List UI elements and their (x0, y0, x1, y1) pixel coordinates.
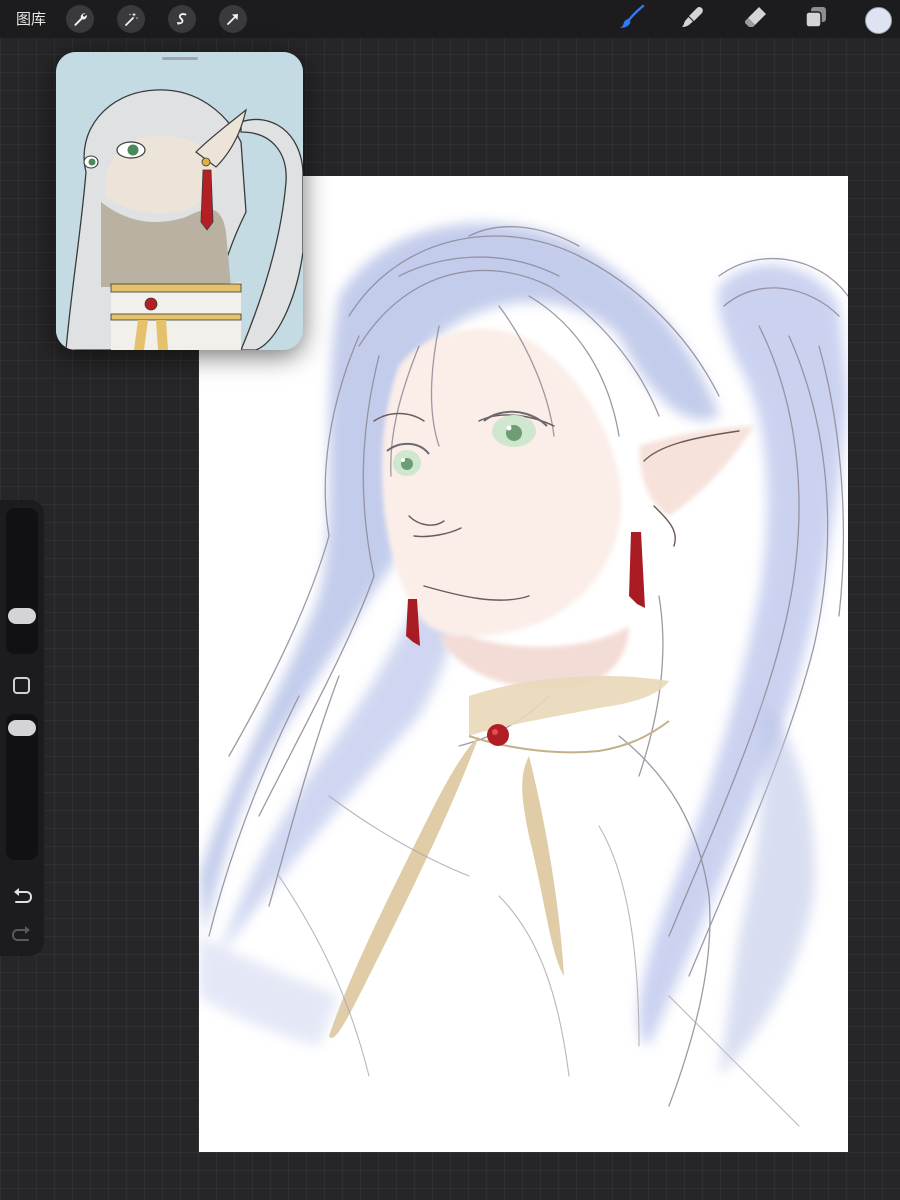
top-toolbar: 图库 (0, 0, 900, 38)
selection-button[interactable] (168, 5, 196, 33)
smudge-button[interactable] (678, 5, 708, 33)
undo-icon (10, 888, 34, 912)
reference-drag-handle[interactable] (162, 57, 198, 60)
selection-icon (174, 11, 190, 27)
eraser-button[interactable] (741, 5, 771, 33)
transform-arrow-icon (225, 11, 241, 27)
redo-button[interactable] (10, 924, 34, 946)
left-sidebar (0, 500, 44, 956)
redo-icon (10, 926, 34, 950)
transform-button[interactable] (219, 5, 247, 33)
layers-button[interactable] (801, 5, 831, 33)
brush-button[interactable] (617, 4, 647, 35)
adjustments-button[interactable] (117, 5, 145, 33)
actions-button[interactable] (66, 5, 94, 33)
color-picker-button[interactable] (865, 7, 892, 34)
brush-icon (618, 4, 646, 35)
magic-wand-icon (123, 11, 139, 27)
opacity-knob[interactable] (8, 720, 36, 736)
brush-size-knob[interactable] (8, 608, 36, 625)
gallery-button[interactable]: 图库 (16, 10, 46, 28)
eraser-icon (743, 4, 769, 35)
layers-icon (803, 4, 829, 35)
modify-button[interactable] (13, 677, 30, 694)
reference-image (56, 52, 303, 350)
wrench-icon (72, 11, 88, 27)
smudge-icon (680, 4, 706, 35)
opacity-slider[interactable] (6, 714, 38, 860)
reference-window[interactable] (56, 52, 303, 350)
brush-size-slider[interactable] (6, 508, 38, 654)
undo-button[interactable] (10, 886, 34, 908)
